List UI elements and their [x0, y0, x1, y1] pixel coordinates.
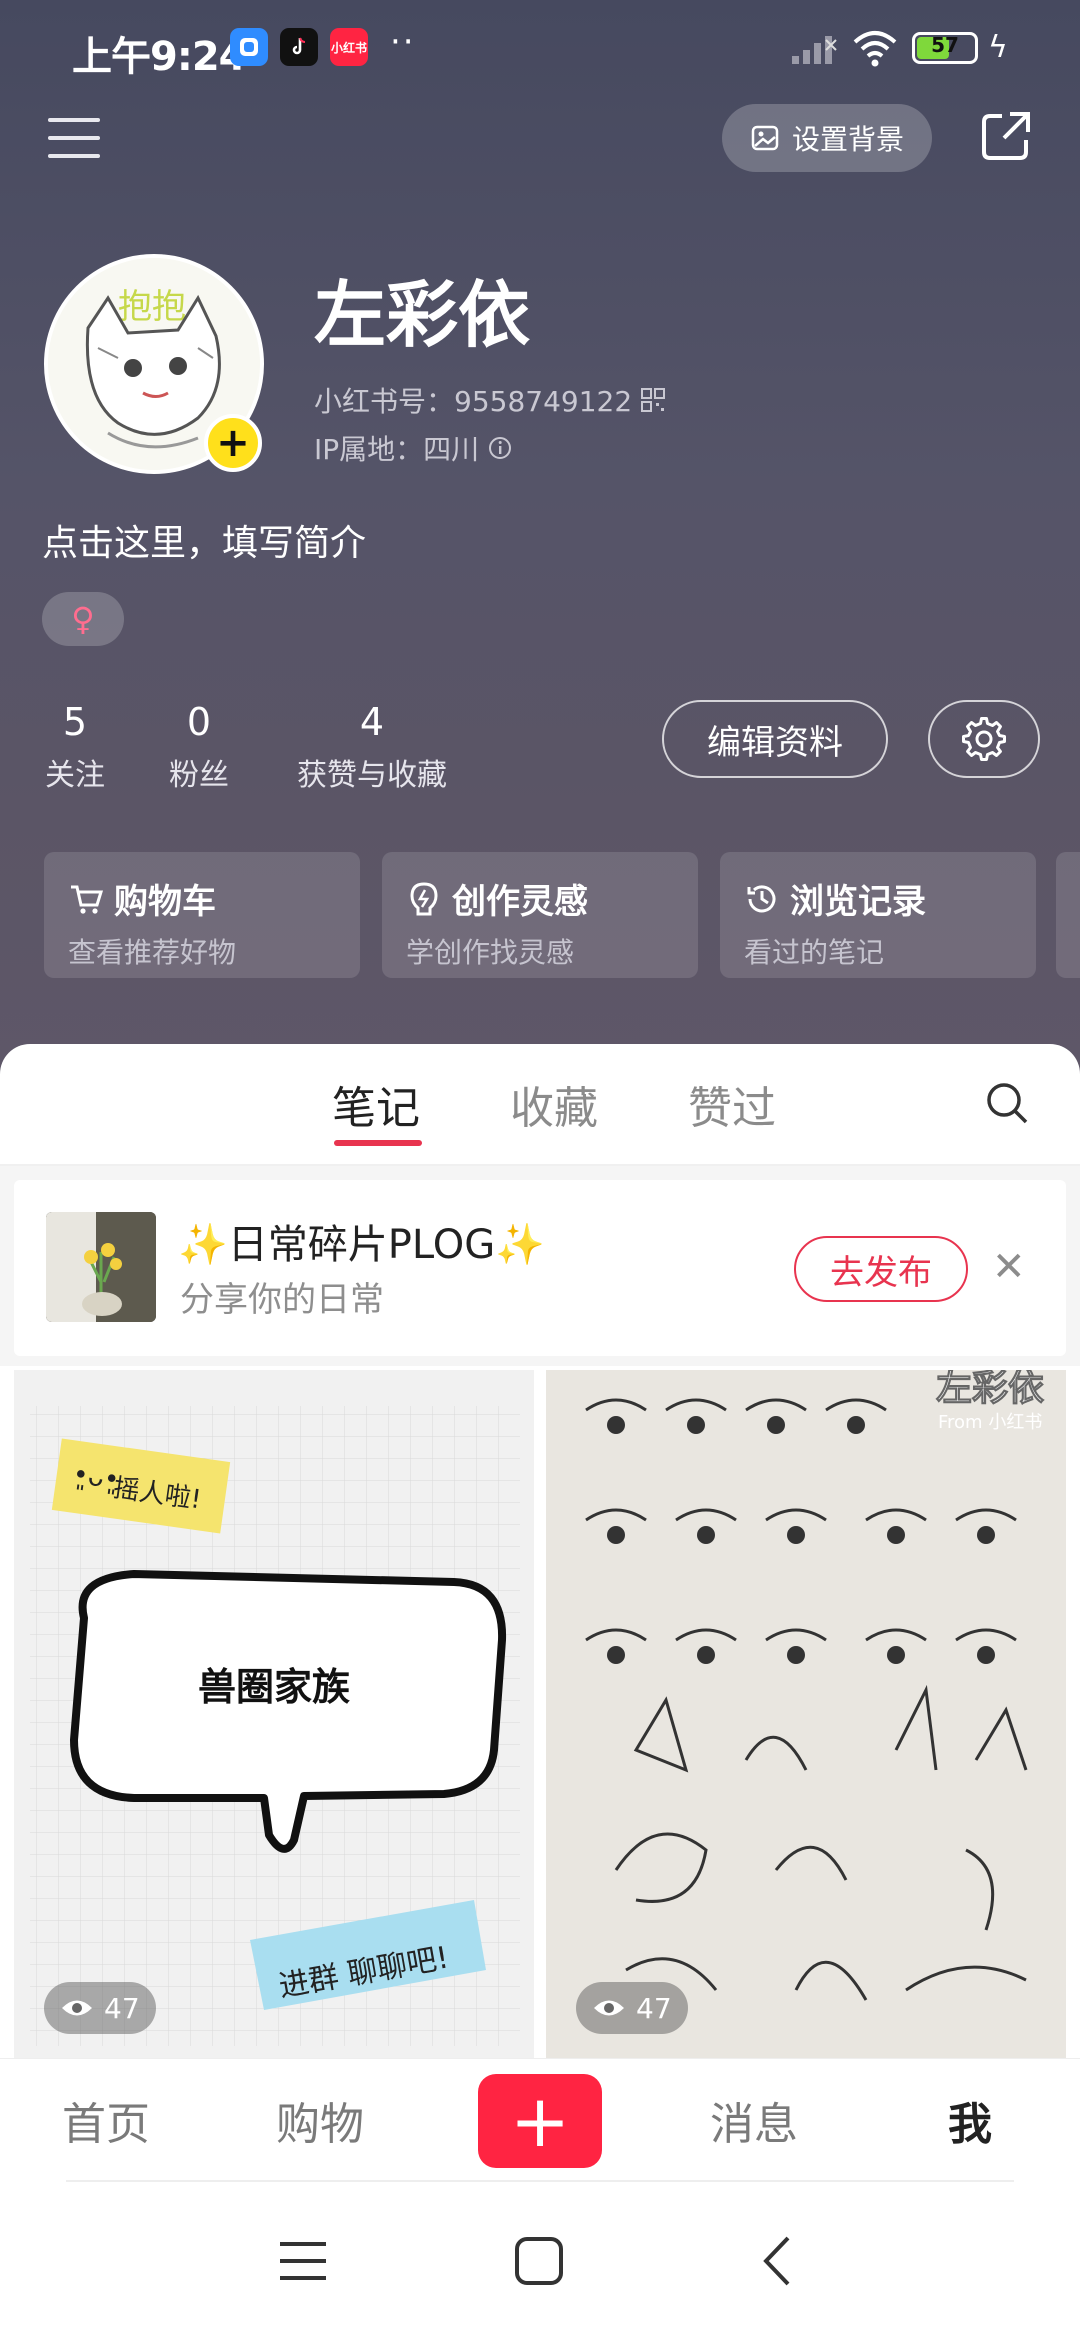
edit-profile-button[interactable]: 编辑资料 — [662, 700, 888, 778]
eye-icon — [594, 2000, 624, 2016]
ip-location: IP属地：四川 — [314, 428, 513, 468]
svg-text:左彩依: 左彩依 — [936, 1370, 1044, 1409]
cart-card[interactable]: 购物车 查看推荐好物 — [44, 852, 360, 978]
status-time: 上午9:24 — [72, 34, 246, 80]
charging-icon: ϟ — [988, 30, 1008, 65]
set-background-button[interactable]: 设置背景 — [722, 104, 932, 172]
tab-active-indicator — [334, 1140, 422, 1146]
inspiration-card-title: 创作灵感 — [452, 882, 588, 922]
nav-messages[interactable]: 消息 — [710, 2088, 798, 2152]
nav-home[interactable]: 首页 — [62, 2088, 150, 2152]
gender-badge: ♀ — [42, 592, 124, 646]
history-card-title: 浏览记录 — [790, 882, 926, 922]
post-2-view-count: 47 — [636, 1991, 672, 2025]
tab-liked[interactable]: 赞过 — [688, 1072, 776, 1136]
home-icon[interactable] — [514, 2236, 564, 2286]
cart-card-title: 购物车 — [114, 882, 216, 922]
tab-notes[interactable]: 笔记 — [332, 1072, 420, 1136]
banner-thumbnail — [46, 1212, 156, 1322]
stat-following-value: 5 — [62, 700, 88, 744]
create-post-button[interactable]: + — [478, 2074, 602, 2168]
qr-code-icon[interactable] — [640, 387, 666, 413]
svg-text:抱抱: 抱抱 — [118, 287, 186, 327]
menu-icon[interactable] — [48, 118, 100, 158]
image-icon — [751, 125, 779, 151]
inspiration-card-subtitle: 学创作找灵感 — [406, 936, 575, 969]
close-banner-icon[interactable]: ✕ — [992, 1244, 1026, 1290]
bulb-icon — [410, 881, 438, 915]
status-bar: 上午9:24 小红书 ·· 57 ϟ — [0, 0, 1080, 96]
history-card[interactable]: 浏览记录 看过的笔记 — [720, 852, 1036, 978]
post-1-view-count: 47 — [104, 1991, 140, 2025]
tiktok-icon — [280, 28, 318, 66]
red-id-label: 小红书号：9558749122 — [314, 385, 633, 418]
bio-placeholder[interactable]: 点击这里，填写简介 — [42, 514, 366, 566]
search-icon[interactable] — [984, 1080, 1030, 1126]
signal-icon — [792, 36, 837, 64]
post-card-2[interactable]: 左彩依 From 小红书 47 — [546, 1370, 1066, 2058]
more-card[interactable] — [1056, 852, 1080, 978]
post-2-image: 左彩依 From 小红书 — [546, 1370, 1066, 2058]
eye-icon — [62, 2000, 92, 2016]
svg-text:From 小红书: From 小红书 — [938, 1412, 1042, 1433]
nickname: 左彩依 — [314, 273, 531, 357]
set-background-label: 设置背景 — [791, 123, 904, 156]
more-notifications-icon: ·· — [390, 22, 416, 62]
settings-button[interactable] — [928, 700, 1040, 778]
info-icon[interactable] — [487, 435, 513, 461]
divider — [66, 2180, 1014, 2182]
cart-card-subtitle: 查看推荐好物 — [68, 936, 237, 969]
wifi-icon — [853, 31, 897, 67]
share-icon[interactable] — [980, 110, 1032, 162]
system-navigation-bar — [0, 2184, 1080, 2340]
xiaohongshu-icon: 小红书 — [330, 28, 368, 66]
add-avatar-button[interactable]: + — [204, 414, 262, 472]
stat-likes-collects[interactable]: 4 获赞与收藏 — [284, 700, 460, 794]
banner-title: ✨日常碎片PLOG✨ — [178, 1222, 546, 1268]
stat-likes-label: 获赞与收藏 — [297, 758, 447, 793]
history-card-subtitle: 看过的笔记 — [744, 936, 885, 969]
stat-followers-value: 0 — [186, 700, 212, 744]
red-id[interactable]: 小红书号：9558749122 — [314, 380, 666, 420]
svg-text:兽圈家族: 兽圈家族 — [198, 1665, 350, 1709]
stat-following[interactable]: 5 关注 — [30, 700, 120, 794]
clock-icon — [747, 884, 776, 912]
back-icon[interactable] — [758, 2234, 794, 2288]
ip-label: IP属地：四川 — [314, 433, 480, 466]
stat-following-label: 关注 — [45, 758, 105, 793]
post-1-views: 47 — [44, 1982, 156, 2034]
cart-icon — [71, 885, 104, 914]
stat-followers[interactable]: 0 粉丝 — [154, 700, 244, 794]
post-card-1[interactable]: 摇人啦! •͈ᴗ•͈ 兽圈家族 进群 聊聊吧! 47 — [14, 1370, 534, 2058]
gear-icon — [962, 717, 1006, 761]
recent-apps-icon[interactable] — [278, 2238, 328, 2284]
publish-button[interactable]: 去发布 — [794, 1236, 968, 1302]
svg-text:•͈ᴗ•͈: •͈ᴗ•͈ — [71, 1460, 121, 1496]
tab-collections[interactable]: 收藏 — [510, 1072, 598, 1136]
battery-icon: 57 — [912, 32, 978, 64]
banner-subtitle: 分享你的日常 — [180, 1280, 384, 1320]
app-notification-icon — [230, 28, 268, 66]
nav-shop[interactable]: 购物 — [276, 2088, 364, 2152]
stat-followers-label: 粉丝 — [169, 758, 229, 793]
nav-me[interactable]: 我 — [948, 2088, 992, 2152]
post-2-views: 47 — [576, 1982, 688, 2034]
battery-level: 57 — [931, 33, 959, 57]
stat-likes-value: 4 — [359, 700, 385, 744]
inspiration-card[interactable]: 创作灵感 学创作找灵感 — [382, 852, 698, 978]
post-1-image: 摇人啦! •͈ᴗ•͈ 兽圈家族 进群 聊聊吧! — [30, 1406, 520, 2046]
